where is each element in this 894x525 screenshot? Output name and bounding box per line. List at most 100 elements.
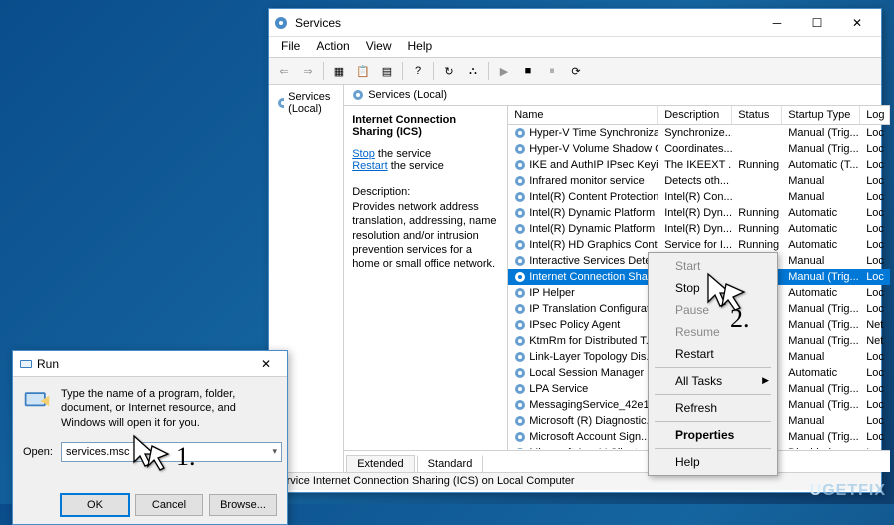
gear-icon bbox=[514, 287, 526, 299]
pause-service-button[interactable]: ⏸ bbox=[541, 60, 563, 82]
ctx-resume: Resume bbox=[651, 321, 775, 343]
service-row[interactable]: Infrared monitor serviceDetects oth...Ma… bbox=[508, 173, 890, 189]
gear-icon bbox=[514, 335, 526, 347]
stop-service-button[interactable]: ■ bbox=[517, 60, 539, 82]
gear-icon bbox=[514, 319, 526, 331]
gear-icon bbox=[514, 367, 526, 379]
menu-help[interactable]: Help bbox=[400, 37, 441, 57]
col-log[interactable]: Log bbox=[860, 106, 890, 124]
list-header: Name Description Status Startup Type Log bbox=[508, 106, 890, 125]
ctx-all-tasks[interactable]: All Tasks▶ bbox=[651, 370, 775, 392]
minimize-button[interactable]: ─ bbox=[757, 11, 797, 35]
menu-view[interactable]: View bbox=[358, 37, 400, 57]
export-list-button[interactable]: ⛬ bbox=[462, 60, 484, 82]
desc-text: Provides network address translation, ad… bbox=[352, 200, 499, 271]
step-2-label: 2. bbox=[730, 304, 750, 334]
ctx-stop[interactable]: Stop bbox=[651, 277, 775, 299]
service-row[interactable]: Intel(R) Dynamic Platform a...Intel(R) D… bbox=[508, 221, 890, 237]
restart-service-button[interactable]: ⟳ bbox=[565, 60, 587, 82]
close-button[interactable]: ✕ bbox=[837, 11, 877, 35]
gear-icon bbox=[514, 239, 526, 251]
menu-file[interactable]: File bbox=[273, 37, 308, 57]
run-title: Run bbox=[37, 357, 251, 371]
menu-action[interactable]: Action bbox=[308, 37, 357, 57]
stop-link[interactable]: Stop bbox=[352, 148, 375, 160]
col-status[interactable]: Status bbox=[732, 106, 782, 124]
help-button[interactable]: ? bbox=[407, 60, 429, 82]
dropdown-icon[interactable]: ▾ bbox=[272, 446, 277, 457]
gear-icon bbox=[514, 191, 526, 203]
col-name[interactable]: Name bbox=[508, 106, 658, 124]
gear-icon bbox=[514, 127, 526, 139]
tabs: Extended Standard bbox=[344, 450, 890, 472]
gear-icon bbox=[514, 223, 526, 235]
tab-extended[interactable]: Extended bbox=[346, 455, 414, 472]
statusbar: service Internet Connection Sharing (ICS… bbox=[269, 472, 881, 490]
properties-button[interactable]: ▤ bbox=[376, 60, 398, 82]
forward-button: ⇒ bbox=[297, 60, 319, 82]
open-label: Open: bbox=[23, 446, 53, 458]
start-service-button[interactable]: ▶ bbox=[493, 60, 515, 82]
gear-icon bbox=[514, 207, 526, 219]
back-button: ⇐ bbox=[273, 60, 295, 82]
step-1-label: 1. bbox=[176, 442, 196, 472]
col-description[interactable]: Description bbox=[658, 106, 732, 124]
run-icon bbox=[19, 357, 33, 371]
gear-icon bbox=[514, 159, 526, 171]
services-window: Services ─ ☐ ✕ File Action View Help ⇐ ⇒… bbox=[268, 8, 882, 493]
service-row[interactable]: Intel(R) HD Graphics Contro...Service fo… bbox=[508, 237, 890, 253]
window-title: Services bbox=[295, 16, 757, 30]
gear-icon bbox=[352, 89, 364, 101]
ok-button[interactable]: OK bbox=[61, 494, 129, 516]
service-row[interactable]: Intel(R) Dynamic Platform a...Intel(R) D… bbox=[508, 205, 890, 221]
services-icon bbox=[273, 15, 289, 31]
run-program-icon bbox=[23, 387, 51, 415]
ctx-help[interactable]: Help bbox=[651, 451, 775, 473]
run-titlebar: Run ✕ bbox=[13, 351, 287, 377]
gear-icon bbox=[514, 255, 526, 267]
menubar: File Action View Help bbox=[269, 37, 881, 57]
context-menu: StartStopPauseResumeRestart All Tasks▶ Ref… bbox=[648, 252, 778, 476]
browse-button[interactable]: Browse... bbox=[209, 494, 277, 516]
selected-service-name: Internet Connection Sharing (ICS) bbox=[352, 114, 499, 138]
toolbar: ⇐ ⇒ ▦ 📋 ▤ ? ↻ ⛬ ▶ ■ ⏸ ⟳ bbox=[269, 57, 881, 85]
titlebar: Services ─ ☐ ✕ bbox=[269, 9, 881, 37]
refresh-button[interactable]: ↻ bbox=[438, 60, 460, 82]
show-hide-button[interactable]: ▦ bbox=[328, 60, 350, 82]
ctx-pause: Pause bbox=[651, 299, 775, 321]
gear-icon bbox=[514, 447, 526, 449]
tree-root[interactable]: Services (Local) bbox=[273, 89, 339, 117]
service-row[interactable]: Intel(R) Content Protection ...Intel(R) … bbox=[508, 189, 890, 205]
gear-icon bbox=[514, 399, 526, 411]
gear-icon bbox=[514, 143, 526, 155]
export-button[interactable]: 📋 bbox=[352, 60, 374, 82]
service-row[interactable]: IKE and AuthIP IPsec Keying...The IKEEXT… bbox=[508, 157, 890, 173]
run-desc: Type the name of a program, folder, docu… bbox=[61, 387, 277, 430]
ctx-refresh[interactable]: Refresh bbox=[651, 397, 775, 419]
gear-icon bbox=[514, 175, 526, 187]
run-close-button[interactable]: ✕ bbox=[251, 354, 281, 374]
gear-icon bbox=[514, 415, 526, 427]
cancel-button[interactable]: Cancel bbox=[135, 494, 203, 516]
ctx-properties[interactable]: Properties bbox=[651, 424, 775, 446]
gear-icon bbox=[514, 271, 526, 283]
desc-label: Description: bbox=[352, 186, 499, 198]
ctx-restart[interactable]: Restart bbox=[651, 343, 775, 365]
run-dialog: Run ✕ Type the name of a program, folder… bbox=[12, 350, 288, 525]
service-row[interactable]: Hyper-V Time Synchronizat...Synchronize.… bbox=[508, 125, 890, 141]
run-input[interactable] bbox=[61, 442, 283, 462]
right-header: Services (Local) bbox=[344, 85, 890, 106]
restart-link[interactable]: Restart bbox=[352, 160, 387, 172]
watermark: UUGETFIXGETFIX bbox=[810, 482, 886, 500]
service-row[interactable]: Hyper-V Volume Shadow C...Coordinates...… bbox=[508, 141, 890, 157]
maximize-button[interactable]: ☐ bbox=[797, 11, 837, 35]
gear-icon bbox=[514, 351, 526, 363]
detail-panel: Internet Connection Sharing (ICS) Stop t… bbox=[344, 106, 508, 450]
col-startup[interactable]: Startup Type bbox=[782, 106, 860, 124]
gear-icon bbox=[277, 97, 284, 109]
ctx-start: Start bbox=[651, 255, 775, 277]
gear-icon bbox=[514, 431, 526, 443]
gear-icon bbox=[514, 383, 526, 395]
tab-standard[interactable]: Standard bbox=[417, 455, 484, 472]
gear-icon bbox=[514, 303, 526, 315]
